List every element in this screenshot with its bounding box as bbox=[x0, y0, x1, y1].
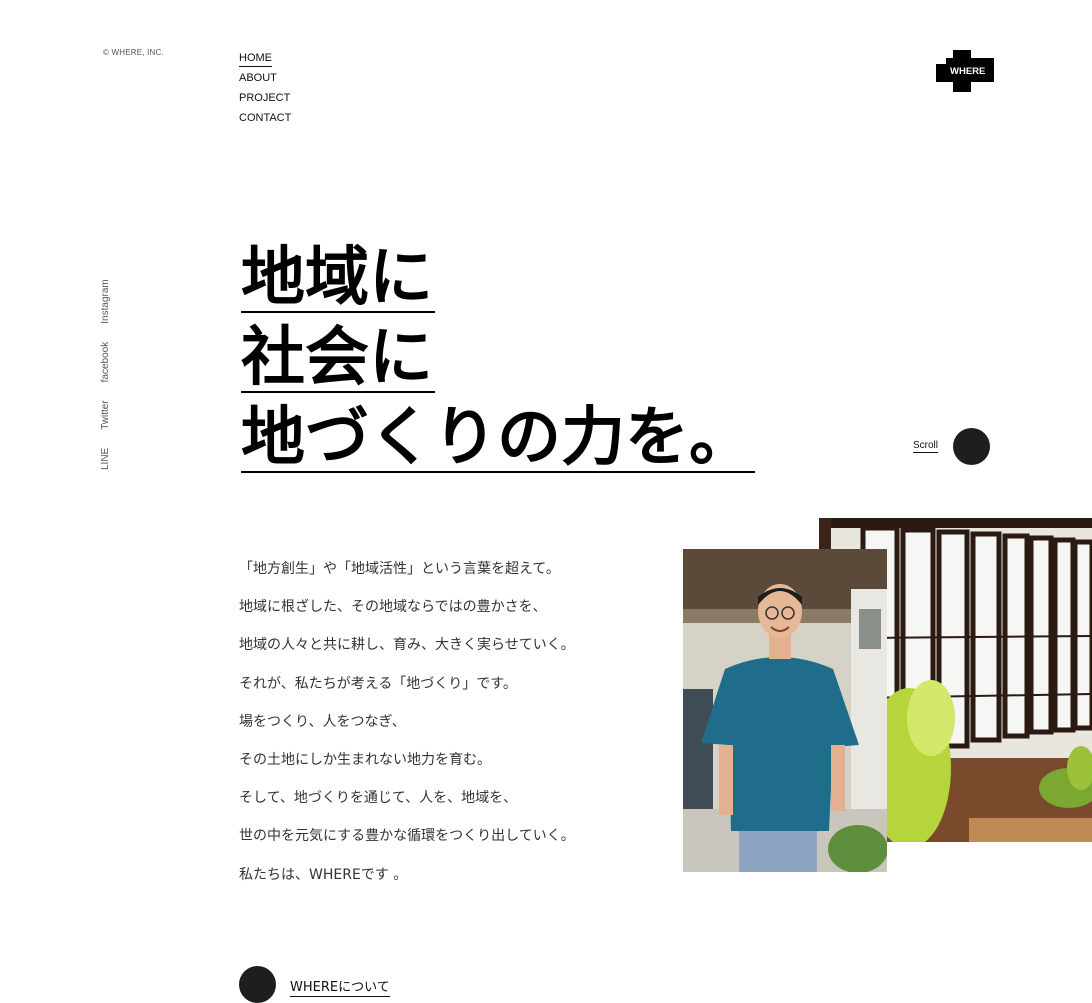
logo-text: WHERE bbox=[950, 66, 986, 77]
about-arrow-button[interactable] bbox=[239, 966, 276, 1003]
intro-line: 地域に根ざした、その地域ならではの豊かさを、 bbox=[239, 599, 547, 616]
about-link[interactable]: WHEREについて bbox=[290, 976, 390, 997]
scroll-link[interactable]: Scroll bbox=[913, 440, 939, 453]
headline-line-2: 社会に bbox=[241, 321, 435, 395]
intro-line: 場をつくり、人をつなぎ、 bbox=[239, 713, 406, 730]
intro-line: そして、地づくりを通じて、人を、地域を、 bbox=[239, 790, 518, 807]
headline-line-1: 地域に bbox=[241, 241, 435, 315]
headline-line-3: 地づくりの力を。 bbox=[241, 401, 755, 475]
twitter-link[interactable]: Twitter bbox=[100, 400, 111, 429]
scroll-button[interactable] bbox=[953, 428, 990, 465]
line-link[interactable]: LINE bbox=[100, 448, 111, 470]
site-logo[interactable]: WHERE bbox=[936, 50, 994, 92]
copyright: © WHERE, INC. bbox=[103, 48, 164, 57]
hero-headline: 地域に 社会に 地づくりの力を。 bbox=[241, 238, 755, 478]
intro-line: 私たちは、WHEREです 。 bbox=[239, 866, 408, 883]
intro-line: 地域の人々と共に耕し、育み、大きく実らせていく。 bbox=[239, 637, 575, 654]
nav-home[interactable]: HOME bbox=[239, 51, 272, 67]
portrait-photo bbox=[683, 549, 887, 872]
intro-line: 世の中を元気にする豊かな循環をつくり出していく。 bbox=[239, 828, 575, 845]
intro-line: その土地にしか生まれない地力を育む。 bbox=[239, 751, 491, 768]
main-nav: HOME ABOUT PROJECT CONTACT bbox=[239, 49, 291, 129]
nav-project[interactable]: PROJECT bbox=[239, 91, 290, 106]
nav-about[interactable]: ABOUT bbox=[239, 71, 277, 86]
intro-text: 「地方創生」や「地域活性」という言葉を超えて。 地域に根ざした、その地域ならでは… bbox=[239, 559, 575, 903]
social-links: LINE Twitter facebook Instagram bbox=[100, 279, 111, 470]
intro-line: それが、私たちが考える「地づくり」です。 bbox=[239, 675, 517, 692]
facebook-link[interactable]: facebook bbox=[100, 342, 111, 383]
nav-contact[interactable]: CONTACT bbox=[239, 111, 291, 126]
intro-line: 「地方創生」や「地域活性」という言葉を超えて。 bbox=[239, 561, 560, 577]
instagram-link[interactable]: Instagram bbox=[100, 279, 111, 323]
